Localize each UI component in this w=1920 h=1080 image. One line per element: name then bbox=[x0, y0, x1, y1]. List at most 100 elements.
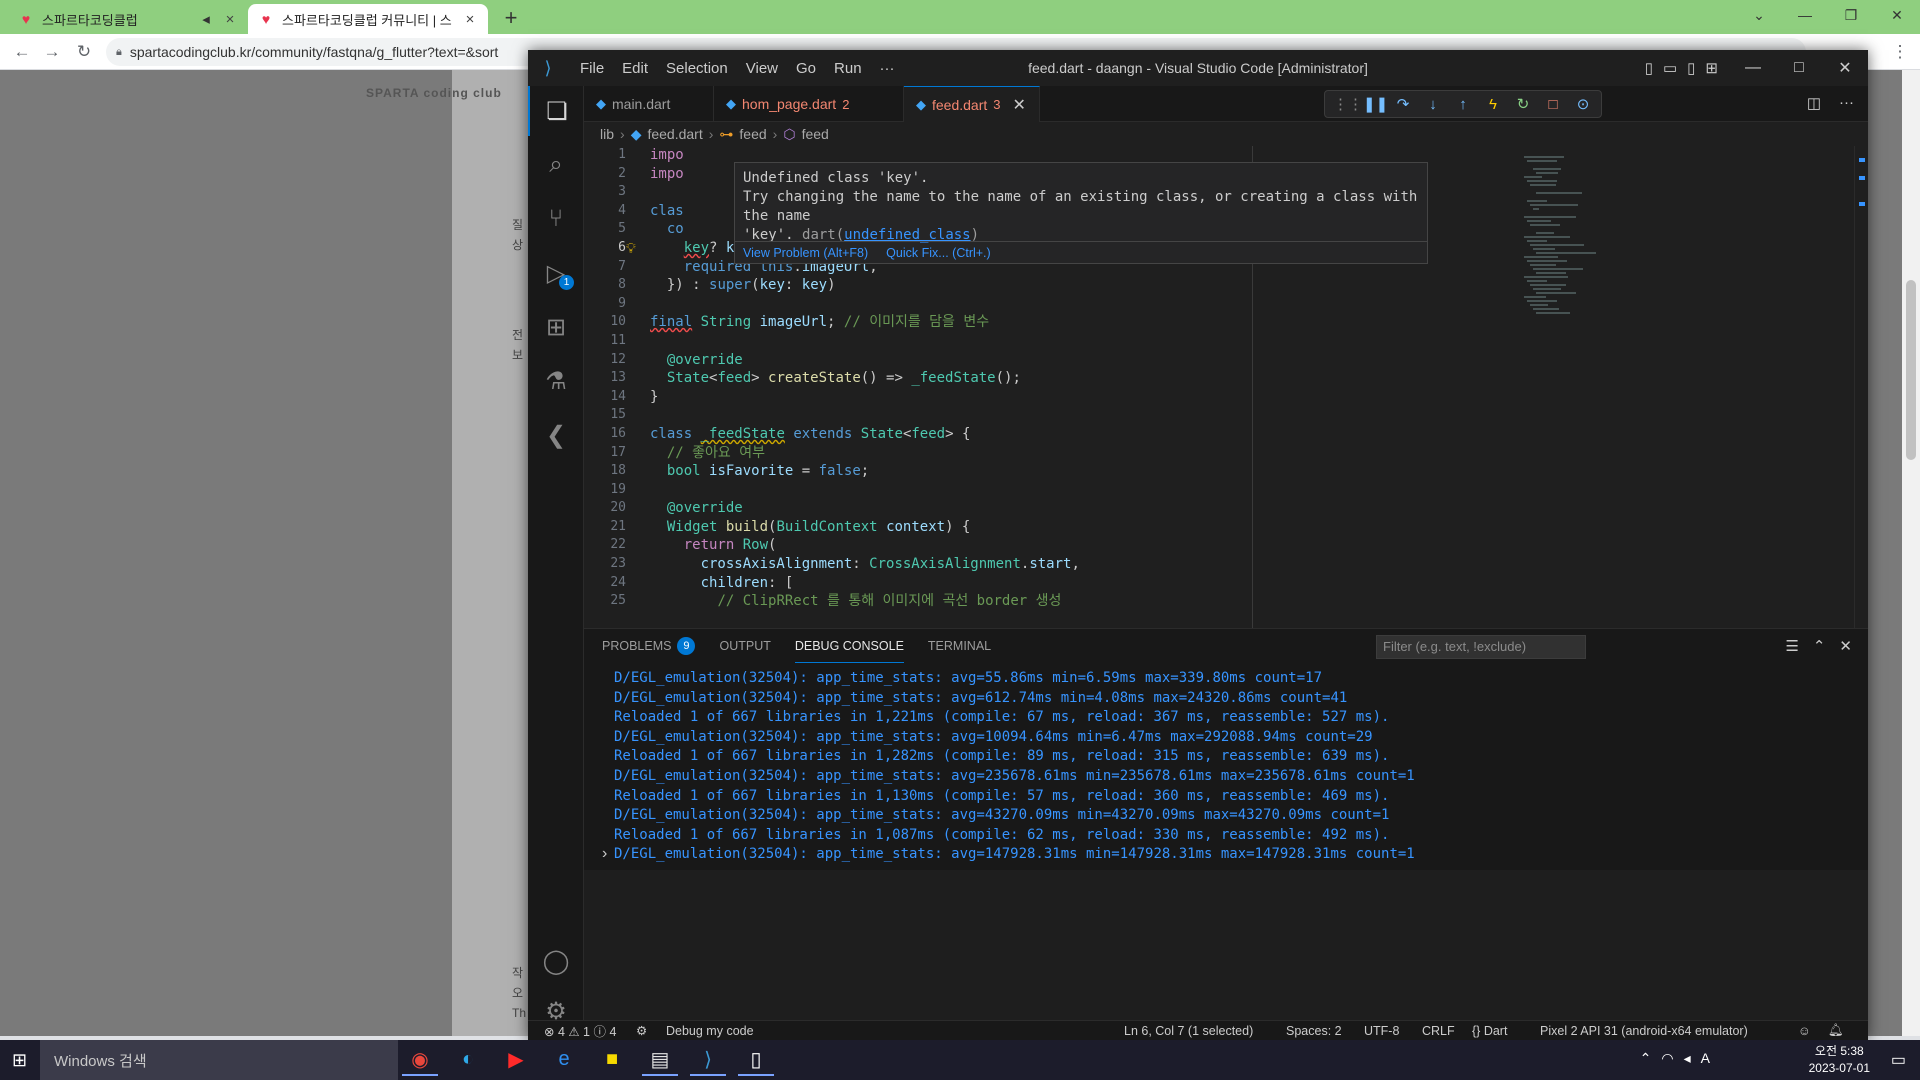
tab-hom-page-dart[interactable]: ◆ hom_page.dart 2 bbox=[714, 86, 904, 122]
toggle-panel-icon[interactable]: ▭ bbox=[1663, 59, 1677, 77]
tab-output[interactable]: OUTPUT bbox=[719, 629, 770, 663]
step-into-icon[interactable]: ↓ bbox=[1423, 96, 1443, 113]
code-line[interactable]: State<feed> createState() => _feedState(… bbox=[650, 369, 1650, 388]
accounts-icon[interactable]: ◯ bbox=[528, 936, 584, 986]
step-over-icon[interactable]: ↷ bbox=[1393, 95, 1413, 113]
browser-tab-1[interactable]: ♥ 스파르타코딩클럽 ◂ × bbox=[8, 4, 248, 34]
reload-icon[interactable]: ↻ bbox=[72, 40, 96, 64]
emulator-icon[interactable]: ▯ bbox=[738, 1044, 774, 1076]
volume-icon[interactable]: ◂ bbox=[1684, 1050, 1691, 1067]
code-line[interactable]: @override bbox=[650, 499, 1650, 518]
tab-main-dart[interactable]: ◆ main.dart bbox=[584, 86, 714, 122]
maximize-panel-icon[interactable]: ⌃ bbox=[1813, 637, 1826, 655]
run-debug-icon[interactable]: ▷ 1 bbox=[528, 248, 584, 298]
notification-center-icon[interactable]: ▭ bbox=[1891, 1050, 1906, 1070]
new-tab-button[interactable]: + bbox=[498, 5, 524, 31]
console-filter-input[interactable]: Filter (e.g. text, !exclude) bbox=[1376, 635, 1586, 659]
tab-mute-icon[interactable]: ◂ bbox=[198, 10, 214, 28]
code-line[interactable] bbox=[650, 481, 1650, 500]
status-debug[interactable]: Debug my code bbox=[666, 1024, 754, 1038]
taskbar-clock[interactable]: 오전 5:38 2023-07-01 bbox=[1809, 1043, 1870, 1077]
tab-feed-dart[interactable]: ◆ feed.dart 3 ✕ bbox=[904, 86, 1040, 122]
close-icon[interactable]: ✕ bbox=[1874, 0, 1920, 30]
tab-debug-console[interactable]: DEBUG CONSOLE bbox=[794, 629, 904, 663]
tab-search-icon[interactable]: ⌄ bbox=[1736, 0, 1782, 30]
edge-icon[interactable]: ◐ bbox=[450, 1044, 486, 1076]
step-out-icon[interactable]: ↑ bbox=[1453, 96, 1473, 113]
testing-icon[interactable]: ⚗ bbox=[528, 356, 584, 406]
devtools-icon[interactable]: ⊙ bbox=[1573, 95, 1593, 113]
debug-status-icon[interactable]: ⚙ bbox=[636, 1023, 647, 1038]
code-line[interactable]: Widget build(BuildContext context) { bbox=[650, 518, 1650, 537]
tab-terminal[interactable]: TERMINAL bbox=[928, 629, 991, 663]
code-line[interactable]: return Row( bbox=[650, 536, 1650, 555]
ime-icon[interactable]: A bbox=[1701, 1050, 1710, 1067]
windows-start-icon[interactable]: ⊞ bbox=[12, 1050, 27, 1071]
browser-tab-2[interactable]: ♥ 스파르타코딩클럽 커뮤니티 | 스 × bbox=[248, 4, 488, 34]
lightbulb-icon[interactable]: 💡︎ bbox=[626, 240, 636, 257]
back-icon[interactable]: ← bbox=[10, 40, 34, 64]
stop-icon[interactable]: □ bbox=[1543, 96, 1563, 113]
code-line[interactable] bbox=[650, 295, 1650, 314]
close-icon[interactable]: ✕ bbox=[1822, 50, 1868, 86]
code-line[interactable]: class _feedState extends State<feed> { bbox=[650, 425, 1650, 444]
customize-layout-icon[interactable]: ⊞ bbox=[1705, 59, 1718, 77]
quick-fix-link[interactable]: Quick Fix... (Ctrl+.) bbox=[886, 246, 991, 260]
breadcrumb-item[interactable]: feed bbox=[739, 126, 766, 142]
restore-icon[interactable]: ❐ bbox=[1828, 0, 1874, 30]
youtube-icon[interactable]: ▶ bbox=[498, 1044, 534, 1076]
vscode-taskbar-icon[interactable]: ⟩ bbox=[690, 1044, 726, 1076]
code-line[interactable] bbox=[650, 406, 1650, 425]
search-icon[interactable]: ⌕ bbox=[528, 140, 584, 190]
extensions-icon[interactable]: ⊞ bbox=[528, 302, 584, 352]
feedback-icon[interactable]: ☺ bbox=[1798, 1024, 1811, 1038]
tray-expand-icon[interactable]: ⌃ bbox=[1640, 1050, 1652, 1067]
status-device[interactable]: Pixel 2 API 31 (android-x64 emulator) bbox=[1540, 1024, 1748, 1038]
drag-handle-icon[interactable]: ⋮⋮ bbox=[1333, 95, 1363, 113]
source-control-icon[interactable]: ⑂ bbox=[528, 194, 584, 244]
toggle-secondary-sidebar-icon[interactable]: ▯ bbox=[1687, 59, 1695, 77]
chrome-icon[interactable]: ◉ bbox=[402, 1044, 438, 1076]
breadcrumb-item[interactable]: lib bbox=[600, 126, 614, 142]
minimize-icon[interactable]: — bbox=[1730, 50, 1776, 86]
windows-search-box[interactable]: Windows 검색 bbox=[40, 1040, 398, 1080]
explorer-icon[interactable]: ❏ bbox=[528, 86, 584, 136]
maximize-icon[interactable]: □ bbox=[1776, 50, 1822, 86]
hot-reload-icon[interactable]: ϟ bbox=[1483, 96, 1503, 113]
code-line[interactable]: children: [ bbox=[650, 574, 1650, 593]
code-line[interactable] bbox=[650, 332, 1650, 351]
code-line[interactable]: // ClipRRect 를 통해 이미지에 곡선 border 생성 bbox=[650, 592, 1650, 611]
file-explorer-icon[interactable]: ▤ bbox=[642, 1044, 678, 1076]
webpage-scrollbar[interactable] bbox=[1902, 70, 1920, 1036]
view-problem-link[interactable]: View Problem (Alt+F8) bbox=[743, 246, 868, 260]
code-editor[interactable]: 1 2 3 4 5 6 7 8 9 10 11 12 13 14 15 16 1… bbox=[584, 146, 1868, 628]
status-spaces[interactable]: Spaces: 2 bbox=[1286, 1024, 1342, 1038]
tab-problems[interactable]: PROBLEMS 9 bbox=[602, 629, 696, 663]
notifications-bell-icon[interactable]: 🔔︎ bbox=[1828, 1023, 1844, 1038]
tab-close-icon[interactable]: ✕ bbox=[1013, 95, 1026, 115]
code-line[interactable]: @override bbox=[650, 351, 1650, 370]
restart-icon[interactable]: ↻ bbox=[1513, 95, 1533, 113]
close-panel-icon[interactable]: ✕ bbox=[1839, 637, 1852, 655]
status-language[interactable]: {} Dart bbox=[1472, 1024, 1507, 1038]
editor-scrollbar[interactable] bbox=[1854, 146, 1868, 628]
breadcrumb-item[interactable]: feed.dart bbox=[647, 126, 702, 142]
tab-close-icon[interactable]: × bbox=[462, 11, 478, 28]
minimap[interactable] bbox=[1524, 156, 1614, 326]
code-line[interactable]: crossAxisAlignment: CrossAxisAlignment.s… bbox=[650, 555, 1650, 574]
code-line[interactable]: } bbox=[650, 388, 1650, 407]
pause-icon[interactable]: ❚❚ bbox=[1363, 95, 1388, 113]
flutter-icon[interactable]: ❮ bbox=[528, 410, 584, 460]
code-line[interactable]: bool isFavorite = false; bbox=[650, 462, 1650, 481]
status-problems[interactable]: ⊗ 4 ⚠ 1 ⓘ 4 bbox=[544, 1021, 616, 1040]
status-encoding[interactable]: UTF-8 bbox=[1364, 1024, 1399, 1038]
toggle-primary-sidebar-icon[interactable]: ▯ bbox=[1645, 59, 1653, 77]
more-actions-icon[interactable]: ··· bbox=[1839, 94, 1854, 112]
status-cursor-position[interactable]: Ln 6, Col 7 (1 selected) bbox=[1124, 1024, 1253, 1038]
code-line[interactable]: final String imageUrl; // 이미지를 담을 변수 bbox=[650, 313, 1650, 332]
kakaotalk-icon[interactable]: ■ bbox=[594, 1044, 630, 1076]
status-eol[interactable]: CRLF bbox=[1422, 1024, 1455, 1038]
minimize-icon[interactable]: — bbox=[1782, 0, 1828, 30]
menu-kebab-icon[interactable]: ⋮ bbox=[1888, 40, 1912, 64]
console-prompt-chevron-icon[interactable]: › bbox=[602, 845, 607, 863]
